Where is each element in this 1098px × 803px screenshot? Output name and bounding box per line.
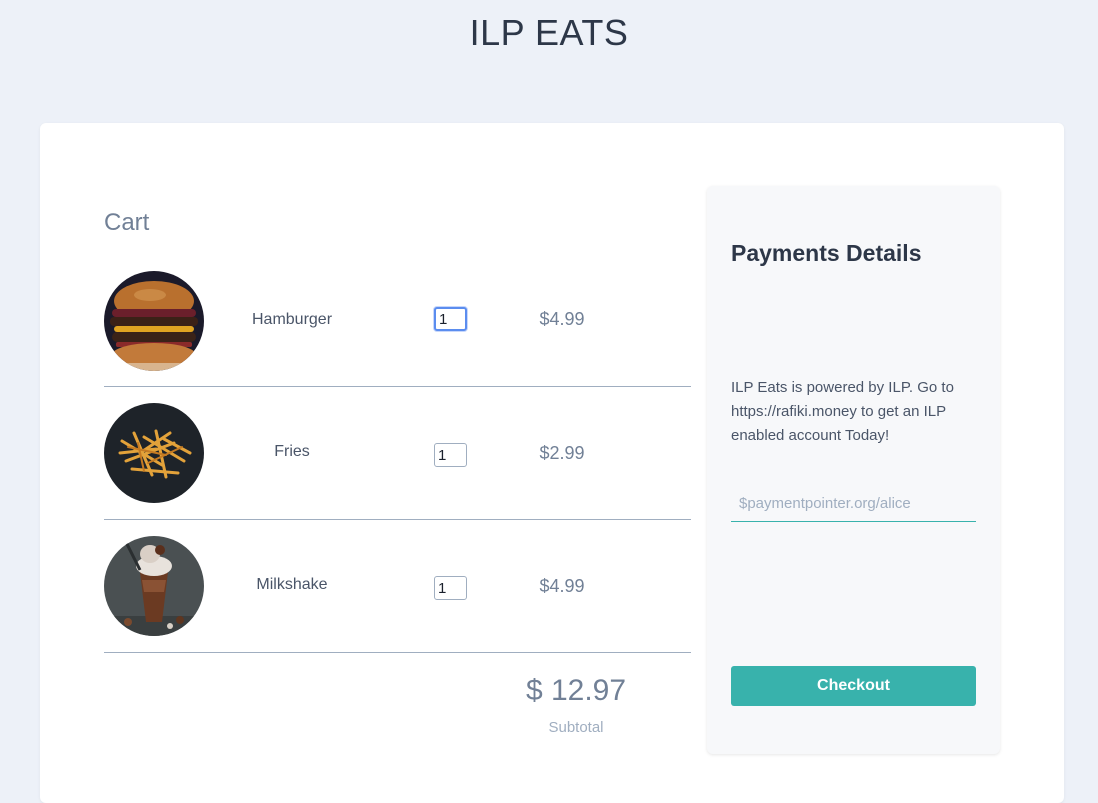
payment-title: Payments Details (731, 240, 922, 266)
item-price: $2.99 (539, 443, 585, 463)
item-price: $4.99 (539, 576, 585, 596)
subtotal-amount: $ 12.97 (525, 674, 627, 707)
payment-pointer-input[interactable] (731, 486, 976, 522)
cart-heading: Cart (104, 209, 150, 236)
item-name: Fries (274, 443, 310, 460)
quantity-input[interactable] (434, 443, 467, 467)
subtotal-label: Subtotal (548, 719, 604, 736)
hamburger-image (104, 271, 204, 371)
milkshake-image (104, 536, 204, 636)
payment-panel: Payments Details ILP Eats is powered by … (707, 186, 1000, 754)
cart-row-hamburger: Hamburger $4.99 (104, 271, 691, 387)
cart-row-milkshake: Milkshake $4.99 (104, 520, 691, 653)
cart-list: Hamburger $4.99 (104, 271, 691, 653)
item-price: $4.99 (539, 309, 585, 329)
cart-row-fries: Fries $2.99 (104, 387, 691, 520)
main-card: Cart Hamburger $4.99 (40, 123, 1064, 803)
item-name: Hamburger (251, 311, 333, 328)
item-name: Milkshake (256, 576, 328, 593)
quantity-input[interactable] (434, 307, 467, 331)
fries-image (104, 403, 204, 503)
payment-description: ILP Eats is powered by ILP. Go to https:… (731, 379, 954, 444)
quantity-input[interactable] (434, 576, 467, 600)
checkout-button[interactable]: Checkout (731, 666, 976, 706)
app-title: ILP EATS (469, 12, 629, 53)
